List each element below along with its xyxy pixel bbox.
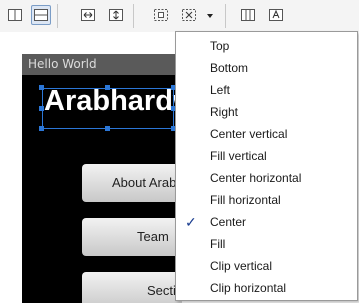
menu-item-right[interactable]: Right [176, 101, 357, 123]
window-title: Hello World [22, 54, 182, 75]
layout-toolbar [0, 0, 359, 32]
toolbar-separator [57, 4, 58, 28]
menu-item-fill-vertical[interactable]: Fill vertical [176, 145, 357, 167]
fill-height-icon[interactable] [106, 5, 126, 25]
chevron-down-icon[interactable] [203, 5, 217, 25]
toolbar-separator [133, 4, 134, 28]
selection-box[interactable] [42, 88, 174, 129]
device-screen: Hello World Arabhardw About Arab Team Se… [22, 54, 182, 303]
distribute-columns-icon[interactable] [238, 5, 258, 25]
resize-handle[interactable] [105, 126, 110, 131]
resize-handle[interactable] [105, 85, 110, 90]
menu-item-fill[interactable]: Fill [176, 233, 357, 255]
menu-item-clip-vertical[interactable]: Clip vertical [176, 255, 357, 277]
menu-item-clip-horizontal[interactable]: Clip horizontal [176, 277, 357, 299]
menu-item-label: Clip vertical [210, 259, 273, 273]
menu-item-label: Fill horizontal [210, 193, 281, 207]
resize-handle[interactable] [39, 106, 44, 111]
toolbar-separator [225, 4, 226, 28]
menu-item-left[interactable]: Left [176, 79, 357, 101]
gravity-dropdown-menu: Top Bottom Left Right Center vertical Fi… [175, 31, 358, 301]
menu-item-label: Right [210, 105, 239, 119]
margins-icon[interactable] [151, 5, 171, 25]
menu-item-label: Clip horizontal [210, 281, 287, 295]
menu-item-label: Fill [210, 237, 226, 251]
team-button[interactable]: Team [82, 218, 182, 256]
about-button[interactable]: About Arab [82, 164, 182, 202]
menu-item-bottom[interactable]: Bottom [176, 57, 357, 79]
baseline-icon[interactable] [266, 5, 286, 25]
horizontal-layout-icon[interactable] [31, 5, 51, 25]
resize-handle[interactable] [39, 126, 44, 131]
gravity-icon[interactable] [179, 5, 199, 25]
vertical-layout-icon[interactable] [5, 5, 25, 25]
menu-item-label: Center horizontal [210, 171, 302, 185]
menu-item-label: Bottom [210, 61, 249, 75]
section-button[interactable]: Secti [82, 272, 182, 303]
resize-handle[interactable] [39, 85, 44, 90]
menu-item-label: Center vertical [210, 127, 288, 141]
menu-item-center[interactable]: ✓ Center [176, 211, 357, 233]
menu-item-fill-horizontal[interactable]: Fill horizontal [176, 189, 357, 211]
fill-width-icon[interactable] [78, 5, 98, 25]
menu-item-center-vertical[interactable]: Center vertical [176, 123, 357, 145]
menu-item-center-horizontal[interactable]: Center horizontal [176, 167, 357, 189]
menu-item-top[interactable]: Top [176, 35, 357, 57]
menu-item-label: Left [210, 83, 231, 97]
menu-item-label: Fill vertical [210, 149, 267, 163]
menu-item-label: Center [210, 215, 247, 229]
menu-item-label: Top [210, 39, 230, 53]
checkmark-icon: ✓ [185, 214, 197, 230]
